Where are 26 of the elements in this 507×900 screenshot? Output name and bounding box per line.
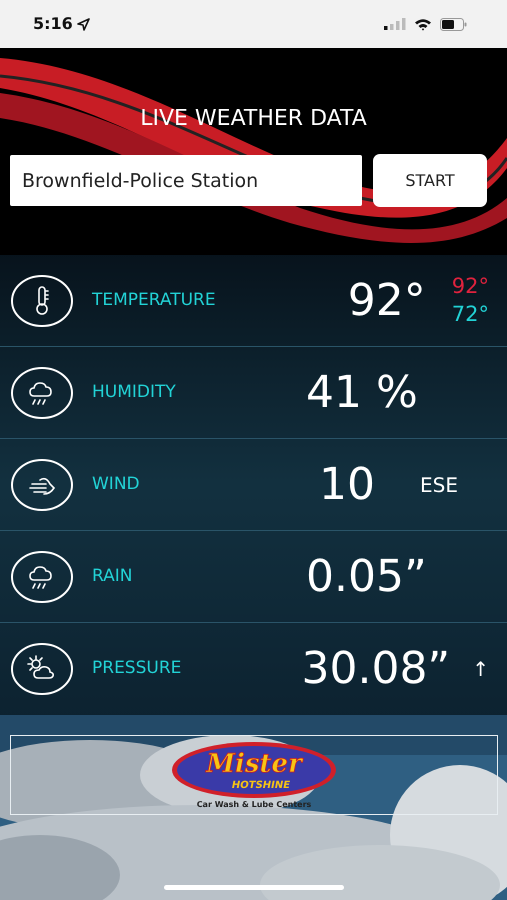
wind-icon xyxy=(10,458,74,512)
reading-label: TEMPERATURE xyxy=(91,288,217,312)
rain-cloud-icon xyxy=(10,550,74,604)
reading-label: RAIN xyxy=(91,564,134,588)
station-field[interactable]: Brownfield-Police Station xyxy=(10,155,362,206)
reading-value: 92° xyxy=(348,278,426,322)
signal-icon xyxy=(384,18,406,30)
wifi-icon xyxy=(414,18,432,30)
thermometer-icon xyxy=(10,274,74,328)
battery-icon xyxy=(440,18,467,30)
high-temperature: 92° xyxy=(452,273,489,300)
location-icon xyxy=(76,18,90,30)
trend-arrow-icon: ↑ xyxy=(472,654,489,684)
start-button[interactable]: START xyxy=(373,154,487,207)
reading-value: 41 % xyxy=(306,370,418,414)
status-time: 5:16 xyxy=(33,13,73,35)
reading-label: WIND xyxy=(91,472,141,496)
reading-label: HUMIDITY xyxy=(91,380,177,404)
wind-direction: ESE xyxy=(420,472,458,498)
rain-cloud-icon xyxy=(10,366,74,420)
reading-value: 10 xyxy=(319,462,375,506)
low-temperature: 72° xyxy=(452,300,489,328)
sun-cloud-icon xyxy=(10,642,74,696)
reading-label: PRESSURE xyxy=(91,657,182,680)
reading-value: 30.08” xyxy=(301,647,450,691)
reading-value: 0.05” xyxy=(306,554,427,598)
